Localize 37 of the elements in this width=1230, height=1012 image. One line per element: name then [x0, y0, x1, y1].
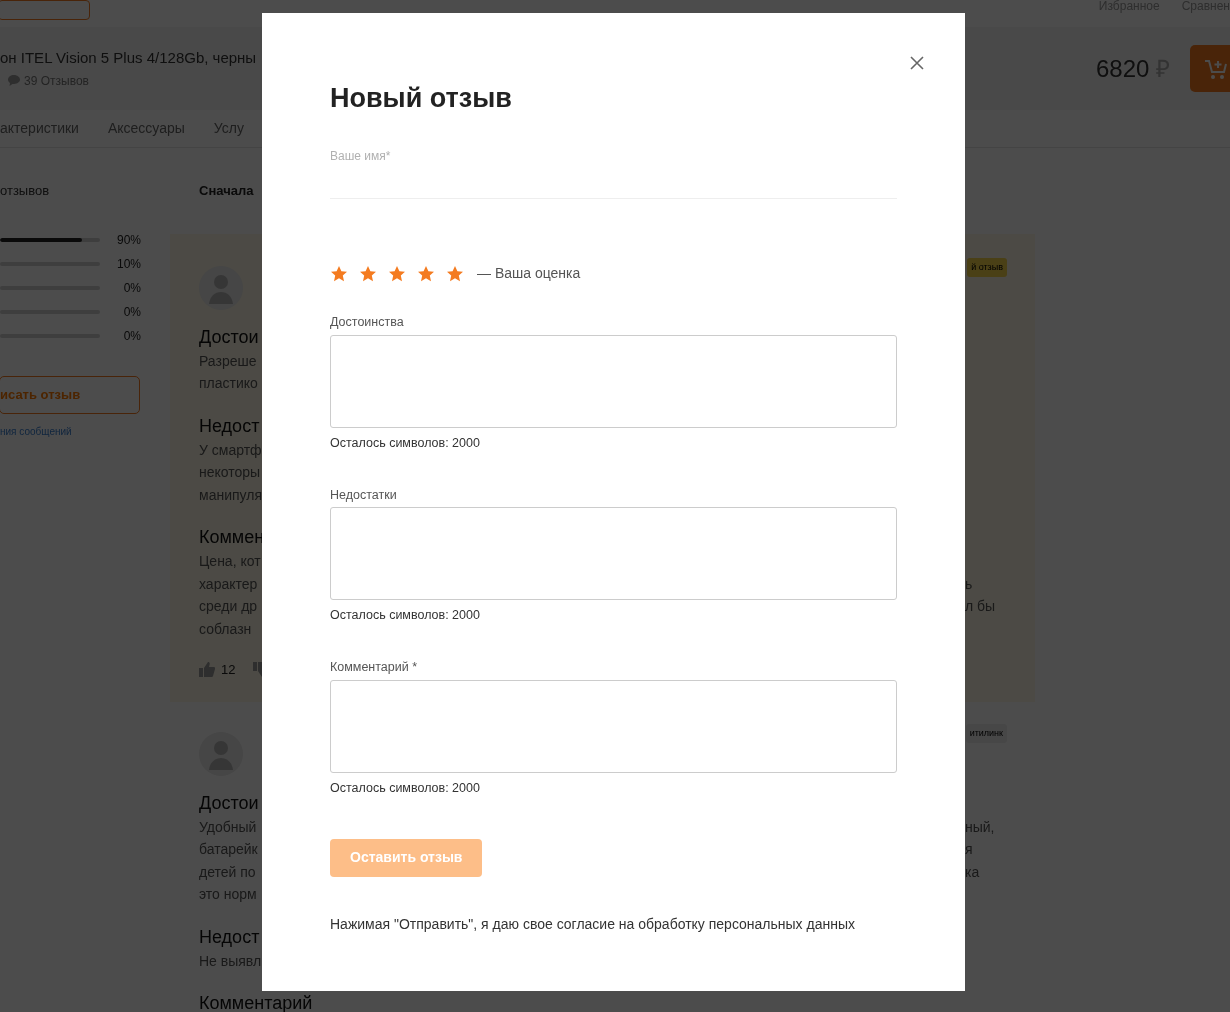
character-counter: Осталось символов: 2000 [330, 434, 481, 452]
star-icon[interactable] [417, 264, 435, 283]
text-area[interactable] [330, 334, 897, 428]
rating-percent: 90% [116, 231, 141, 249]
review-heading: Комментарий [199, 994, 313, 1012]
review-heading: Недост [199, 416, 260, 435]
character-counter: Осталось символов: 2000 [330, 779, 481, 797]
review-heading: Коммен [199, 528, 265, 546]
product-price: 6820 ₽ [1095, 53, 1170, 84]
field-label: Достоинства [330, 314, 405, 331]
product-title: он ITEL Vision 5 Plus 4/128Gb, черны [0, 48, 257, 69]
sort-label: Сначала [198, 182, 255, 200]
privacy-link[interactable]: обработку персональных данных [638, 915, 855, 932]
close-icon [910, 56, 924, 70]
dialog-title: Новый отзыв [330, 83, 513, 113]
field-label: Ваше имя* [330, 148, 392, 165]
field-label: Комментарий * [330, 659, 419, 676]
star-icon[interactable] [446, 264, 464, 283]
rating-percent: 0% [123, 279, 141, 297]
character-counter: Осталось символов: 2000 [330, 607, 481, 625]
rating-percent: 10% [116, 255, 141, 273]
summary-title: отзывов [0, 182, 51, 200]
star-icon[interactable] [388, 264, 406, 283]
review-heading: Недост [199, 927, 260, 946]
star-rating[interactable] [330, 264, 464, 283]
consent-text: Нажимая "Отправить", я даю свое согласие на обработку персональных данных [330, 914, 856, 934]
text-area[interactable] [330, 507, 897, 601]
field-label: Недостатки [330, 486, 398, 504]
review-heading: Достои [199, 793, 259, 812]
rating-percent: 0% [123, 303, 141, 321]
review-heading: Достои [199, 327, 259, 346]
star-icon[interactable] [330, 264, 348, 283]
like-count: 12 [221, 661, 236, 679]
text-area[interactable] [330, 679, 897, 773]
rating-percent: 0% [123, 327, 141, 345]
star-icon[interactable] [359, 264, 377, 283]
rating-caption: — Ваша оценка [477, 264, 581, 283]
